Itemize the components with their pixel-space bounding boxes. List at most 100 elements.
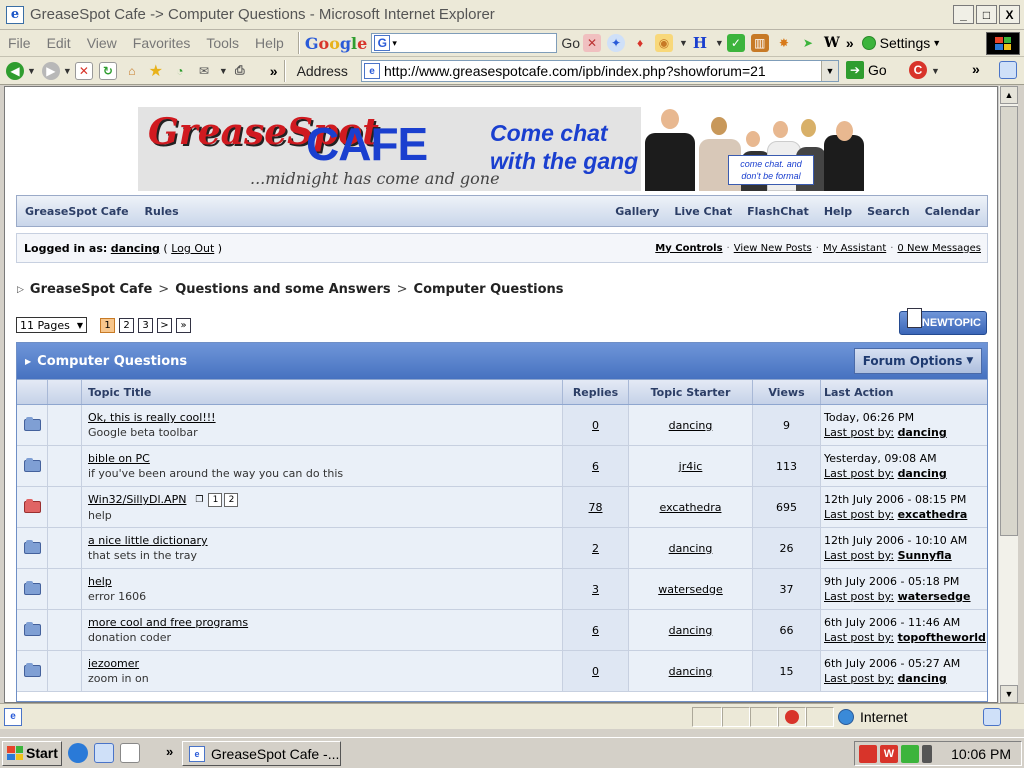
tray-color-icon[interactable] (901, 744, 919, 763)
next-page-button[interactable]: > (157, 317, 172, 333)
last-post-author-link[interactable]: excathedra (898, 508, 968, 521)
snagit-icon[interactable]: C (909, 61, 927, 79)
chevron-down-icon[interactable]: ▼ (931, 66, 940, 76)
topic-title-link[interactable]: iezoomer (88, 657, 139, 670)
topic-replies-link[interactable]: 78 (563, 487, 629, 527)
my-assistant-link[interactable]: My Assistant (823, 243, 886, 254)
browser-viewport[interactable]: GreaseSpot CAFE ...midnight has come and… (4, 86, 998, 703)
start-button[interactable]: Start (2, 740, 62, 766)
topic-title-link[interactable]: a nice little dictionary (88, 534, 208, 547)
minimize-button[interactable]: _ (953, 5, 974, 24)
breadcrumb-category[interactable]: Questions and some Answers (175, 282, 390, 297)
new-messages-link[interactable]: 0 New Messages (897, 243, 981, 254)
new-topic-button[interactable]: NEWTOPIC (899, 308, 987, 335)
star-burst-icon[interactable]: ✸ (775, 34, 793, 52)
privacy-cell[interactable] (778, 707, 806, 727)
nav-flashchat-link[interactable]: FlashChat (747, 205, 809, 218)
print-icon[interactable]: ⎙ (231, 62, 249, 80)
address-url[interactable]: http://www.greasespotcafe.com/ipb/index.… (384, 63, 766, 79)
logout-link[interactable]: Log Out (171, 242, 214, 255)
col-topic-starter[interactable]: Topic Starter (629, 380, 753, 404)
last-post-label[interactable]: Last post by: (824, 508, 894, 521)
username-link[interactable]: dancing (111, 242, 160, 255)
window-titlebar[interactable]: e GreaseSpot Cafe -> Computer Questions … (0, 0, 1024, 30)
topic-starter-link[interactable]: dancing (629, 610, 753, 650)
col-topic-title[interactable]: Topic Title (82, 380, 563, 404)
nav-help-link[interactable]: Help (824, 205, 852, 218)
mail-icon[interactable]: ✉ (195, 62, 213, 80)
vertical-scrollbar[interactable]: ▲ ▼ (998, 86, 1018, 703)
chevron-down-icon[interactable]: ▼ (63, 66, 72, 76)
last-post-label[interactable]: Last post by: (824, 672, 894, 685)
nav-home-link[interactable]: GreaseSpot Cafe (25, 205, 129, 218)
google-search-input[interactable]: G ▾ (371, 33, 558, 53)
menu-help[interactable]: Help (247, 35, 292, 51)
ie-quicklaunch-icon[interactable] (68, 743, 88, 763)
last-post-author-link[interactable]: watersedge (898, 590, 971, 603)
topic-starter-link[interactable]: jr4ic (629, 446, 753, 486)
menu-edit[interactable]: Edit (39, 35, 79, 51)
links-icon[interactable] (999, 61, 1017, 79)
topic-title-link[interactable]: bible on PC (88, 452, 150, 465)
nav-calendar-link[interactable]: Calendar (925, 205, 980, 218)
col-last-action[interactable]: Last Action (821, 380, 987, 404)
mini-page-link[interactable]: 1 (208, 492, 223, 507)
stop-icon[interactable]: ✕ (74, 61, 93, 80)
topic-title-link[interactable]: Win32/SillyDl.APN (88, 493, 186, 506)
page-3-button[interactable]: 3 (138, 317, 153, 333)
last-post-author-link[interactable]: Sunnyfla (898, 549, 952, 562)
compass-icon[interactable]: ✦ (607, 34, 625, 52)
my-controls-link[interactable]: My Controls (655, 243, 722, 254)
last-post-label[interactable]: Last post by: (824, 590, 894, 603)
last-post-label[interactable]: Last post by: (824, 631, 894, 644)
chevron-down-icon[interactable]: ▾ (392, 38, 397, 49)
tray-phone-icon[interactable] (922, 744, 932, 763)
topic-replies-link[interactable]: 0 (563, 405, 629, 445)
taskbar-ie-window[interactable]: e GreaseSpot Cafe -... (182, 741, 341, 766)
nav-gallery-link[interactable]: Gallery (615, 205, 659, 218)
nav-rules-link[interactable]: Rules (145, 205, 179, 218)
col-views[interactable]: Views (753, 380, 821, 404)
tray-w-icon[interactable]: W (880, 744, 898, 763)
more-links-button[interactable]: » (972, 61, 980, 77)
chevron-down-icon[interactable]: ▼ (219, 66, 228, 76)
forward-icon[interactable]: ▶ (41, 61, 60, 80)
highlight-icon[interactable]: H (691, 34, 709, 52)
page-2-button[interactable]: 2 (119, 317, 134, 333)
quicklaunch-more[interactable]: » (166, 744, 173, 759)
breadcrumb-forum[interactable]: Computer Questions (414, 282, 564, 297)
topic-starter-link[interactable]: watersedge (629, 569, 753, 609)
topic-starter-link[interactable]: dancing (629, 528, 753, 568)
address-dropdown-button[interactable]: ▼ (821, 61, 838, 81)
wikipedia-icon[interactable]: W (823, 34, 841, 52)
map-pin-icon[interactable]: ♦ (631, 34, 649, 52)
menu-file[interactable]: File (0, 35, 39, 51)
settings-button[interactable]: Settings ▼ (861, 35, 941, 51)
site-banner[interactable]: GreaseSpot CAFE ...midnight has come and… (138, 107, 864, 191)
more-buttons[interactable]: » (270, 63, 278, 79)
maximize-button[interactable]: □ (976, 5, 997, 24)
chevron-down-icon[interactable]: ▼ (27, 66, 36, 76)
popup-blocker-icon[interactable]: ✕ (583, 34, 601, 52)
pages-dropdown[interactable]: 11 Pages ▼ (16, 317, 87, 333)
tray-monitor-icon[interactable] (859, 744, 877, 763)
favorites-star-icon[interactable]: ★ (147, 62, 165, 80)
security-zone[interactable]: Internet (834, 707, 1000, 727)
topic-starter-link[interactable]: dancing (629, 405, 753, 445)
google-go-button[interactable]: Go (561, 35, 580, 51)
last-post-label[interactable]: Last post by: (824, 426, 894, 439)
home-icon[interactable]: ⌂ (123, 62, 141, 80)
notepad-quicklaunch-icon[interactable] (120, 743, 140, 763)
last-post-author-link[interactable]: topoftheworld (898, 631, 986, 644)
last-post-author-link[interactable]: dancing (898, 467, 947, 480)
scroll-up-button[interactable]: ▲ (1000, 86, 1018, 104)
nav-search-link[interactable]: Search (867, 205, 910, 218)
topic-starter-link[interactable]: dancing (629, 651, 753, 691)
topic-replies-link[interactable]: 3 (563, 569, 629, 609)
nav-live-chat-link[interactable]: Live Chat (674, 205, 732, 218)
last-page-button[interactable]: » (176, 317, 191, 333)
view-new-posts-link[interactable]: View New Posts (734, 243, 812, 254)
chevron-down-icon[interactable]: ▼ (715, 38, 724, 48)
desktop-quicklaunch-icon[interactable] (94, 743, 114, 763)
menu-tools[interactable]: Tools (198, 35, 247, 51)
